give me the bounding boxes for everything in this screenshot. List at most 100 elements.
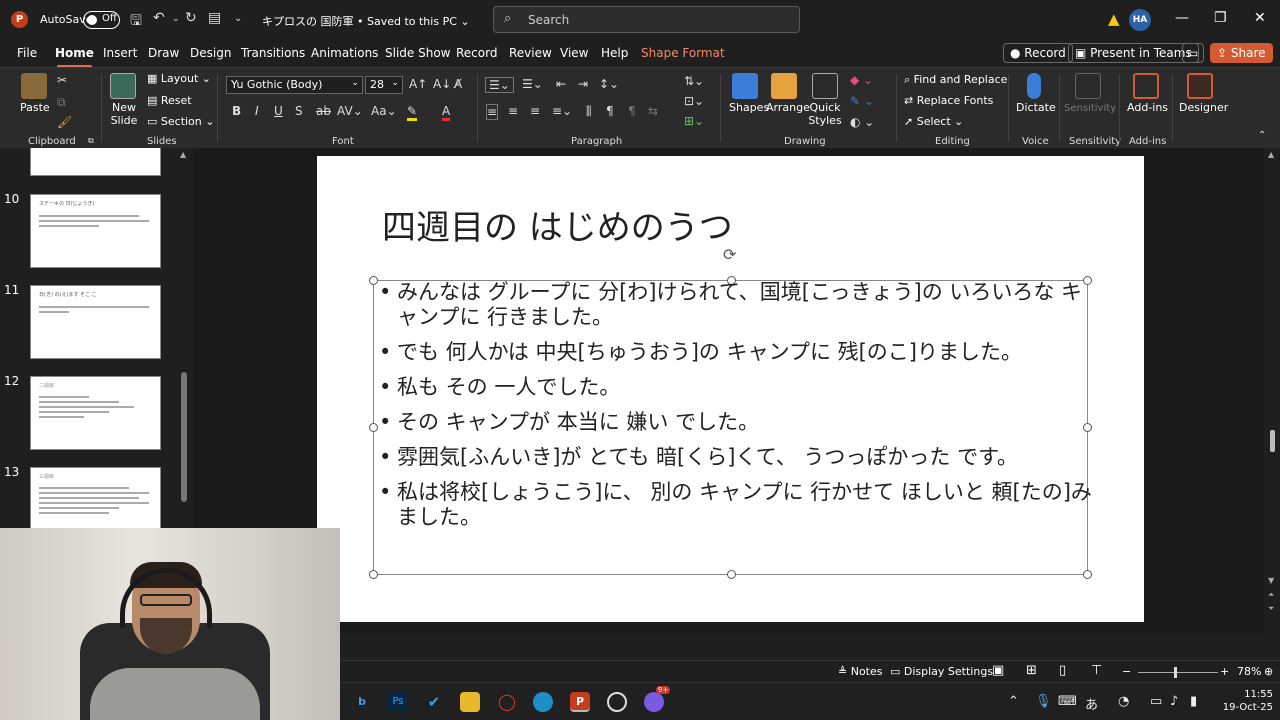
- decrease-font-size-icon[interactable]: A↓: [433, 77, 451, 91]
- rtl-icon[interactable]: ¶: [628, 104, 636, 118]
- tab-help[interactable]: Help: [601, 46, 628, 60]
- close-icon[interactable]: ✕: [1254, 10, 1266, 26]
- share-button[interactable]: ⇪ Share: [1210, 43, 1273, 63]
- tab-transitions[interactable]: Transitions: [241, 46, 305, 60]
- align-right-icon[interactable]: ≡: [530, 104, 540, 118]
- network-icon[interactable]: ▭: [1150, 694, 1162, 709]
- chrome-icon[interactable]: [607, 692, 627, 712]
- line-spacing-icon[interactable]: ↕⌄: [599, 77, 619, 91]
- text-direction-menu-icon[interactable]: ⇅⌄: [684, 74, 704, 88]
- underline-icon[interactable]: U: [274, 104, 283, 118]
- tab-slide-show[interactable]: Slide Show: [385, 46, 450, 60]
- slide-thumbnail-9[interactable]: [30, 148, 161, 176]
- bullet-item[interactable]: 私は将校[しょうこう]に、 別の キャンプに 行かせて ほしいと 頼[たの]みま…: [377, 480, 1092, 530]
- discord-icon[interactable]: [644, 692, 664, 712]
- zoom-in-icon[interactable]: +: [1220, 665, 1229, 678]
- edge-icon[interactable]: [533, 692, 553, 712]
- bing-icon[interactable]: b: [352, 692, 372, 712]
- sensitivity-button[interactable]: Sensitivity: [1064, 73, 1116, 114]
- tab-design[interactable]: Design: [190, 46, 231, 60]
- font-color-icon[interactable]: A: [442, 104, 451, 121]
- zoom-slider-knob[interactable]: [1174, 667, 1177, 678]
- scroll-up-icon[interactable]: ▲: [1268, 150, 1274, 159]
- collapse-ribbon-icon[interactable]: ⌃: [1258, 130, 1266, 141]
- scroll-down-icon[interactable]: ▼: [1268, 576, 1274, 585]
- arrange-button[interactable]: Arrange: [766, 73, 810, 114]
- paste-button[interactable]: Paste: [20, 73, 50, 114]
- undo-icon[interactable]: ↶: [153, 10, 165, 26]
- keyboard-icon[interactable]: ⌨: [1058, 694, 1077, 709]
- shape-effects-icon[interactable]: ◐ ⌄: [850, 115, 874, 129]
- tab-record[interactable]: Record: [456, 46, 497, 60]
- columns-icon[interactable]: ⫼: [586, 104, 592, 119]
- clipboard-launcher-icon[interactable]: ⧉: [88, 136, 94, 146]
- increase-indent-icon[interactable]: ⇥: [578, 77, 588, 91]
- quick-styles-button[interactable]: Quick Styles: [808, 73, 842, 127]
- select-button[interactable]: ➚ Select ⌄: [904, 115, 963, 128]
- notes-button[interactable]: ≜ Notes: [838, 665, 883, 678]
- align-center-icon[interactable]: ≡: [508, 104, 518, 118]
- present-icon[interactable]: ▤: [208, 10, 221, 26]
- photoshop-icon[interactable]: Ps: [388, 692, 408, 712]
- next-slide-icon[interactable]: ⏷: [1268, 604, 1274, 614]
- document-title[interactable]: キプロスの 国防軍 • Saved to this PC ⌄: [262, 13, 470, 29]
- smartart-icon[interactable]: ⊞⌄: [684, 114, 704, 128]
- bullet-item[interactable]: 私も その 一人でした。: [377, 375, 1092, 400]
- minimize-icon[interactable]: —: [1175, 10, 1189, 26]
- display-settings-button[interactable]: ▭ Display Settings: [890, 665, 993, 678]
- text-direction-icon[interactable]: ¶: [606, 104, 614, 118]
- warning-icon[interactable]: ▲: [1108, 10, 1120, 28]
- change-case-icon[interactable]: Aa⌄: [371, 104, 397, 118]
- find-and-replace-button[interactable]: ⌕ Find and Replace: [904, 73, 1007, 87]
- shadow-icon[interactable]: S: [295, 104, 303, 118]
- section-button[interactable]: ▭ Section ⌄: [147, 115, 214, 128]
- redo-icon[interactable]: ↻: [185, 10, 197, 26]
- bold-icon[interactable]: B: [232, 104, 241, 118]
- italic-icon[interactable]: I: [255, 104, 259, 118]
- zoom-slider[interactable]: [1138, 672, 1218, 673]
- font-size-select[interactable]: 28 ⌄: [365, 76, 403, 94]
- ime-mode-icon[interactable]: ◔: [1118, 694, 1129, 709]
- font-family-select[interactable]: Yu Gothic (Body) ⌄: [226, 76, 363, 94]
- slide-thumbnail-13[interactable]: 三週目: [30, 467, 161, 529]
- shape-outline-icon[interactable]: ✎ ⌄: [850, 94, 874, 108]
- strikethrough-icon[interactable]: ab: [316, 104, 331, 118]
- canvas-scroll-thumb[interactable]: [1270, 430, 1275, 452]
- tab-file[interactable]: File: [17, 46, 37, 60]
- justify-icon[interactable]: ≡⌄: [552, 104, 572, 118]
- previous-slide-icon[interactable]: ⏶: [1268, 590, 1274, 600]
- tab-view[interactable]: View: [560, 46, 588, 60]
- undo-dropdown-icon[interactable]: ⌄: [172, 14, 180, 24]
- reading-view-icon[interactable]: ▯: [1059, 663, 1066, 678]
- slide-thumbnail-10[interactable]: ステーキの 日(じょうき): [30, 194, 161, 268]
- resize-handle[interactable]: [369, 570, 378, 579]
- opera-icon[interactable]: ◯: [497, 692, 517, 712]
- highlight-icon[interactable]: ✎: [407, 104, 418, 121]
- shapes-button[interactable]: Shapes: [729, 73, 769, 114]
- customize-qat-icon[interactable]: ⌄: [234, 13, 242, 24]
- show-hidden-icons-icon[interactable]: ⌃: [1008, 694, 1019, 709]
- format-painter-icon[interactable]: 🖌: [57, 115, 72, 129]
- bullet-item[interactable]: その キャンプが 本当に 嫌い でした。: [377, 410, 1092, 435]
- bullet-item[interactable]: でも 何人かは 中央[ちゅうおう]の キャンプに 残[のこ]りました。: [377, 340, 1092, 365]
- character-spacing-icon[interactable]: AV⌄: [337, 104, 363, 118]
- scroll-up-icon[interactable]: ▲: [180, 150, 186, 159]
- tab-home[interactable]: Home: [55, 46, 94, 68]
- autosave-toggle[interactable]: Off: [83, 11, 120, 29]
- bullets-icon[interactable]: ☰⌄: [485, 77, 514, 93]
- avatar[interactable]: HA: [1129, 9, 1151, 31]
- comments-icon[interactable]: ▭: [1182, 43, 1204, 63]
- zoom-out-icon[interactable]: −: [1122, 665, 1131, 678]
- volume-icon[interactable]: ♪: [1170, 694, 1178, 709]
- record-button[interactable]: ● Record: [1003, 43, 1073, 63]
- zoom-level[interactable]: 78%: [1237, 665, 1261, 678]
- designer-button[interactable]: Designer: [1179, 73, 1228, 114]
- clear-formatting-icon[interactable]: A̸: [454, 77, 462, 91]
- microphone-tray-icon[interactable]: 🎙: [1035, 694, 1052, 709]
- slide-show-icon[interactable]: ⊤: [1091, 663, 1102, 678]
- tab-draw[interactable]: Draw: [148, 46, 179, 60]
- bullet-item[interactable]: みんなは グループに 分[わ]けられて、国境[こっきょう]の いろいろな キャン…: [377, 280, 1092, 330]
- search-box[interactable]: ⌕ Search: [493, 6, 800, 33]
- todo-icon[interactable]: ✔: [424, 692, 444, 712]
- canvas-scrollbar[interactable]: ▲ ▼ ⏶ ⏷: [1264, 148, 1280, 620]
